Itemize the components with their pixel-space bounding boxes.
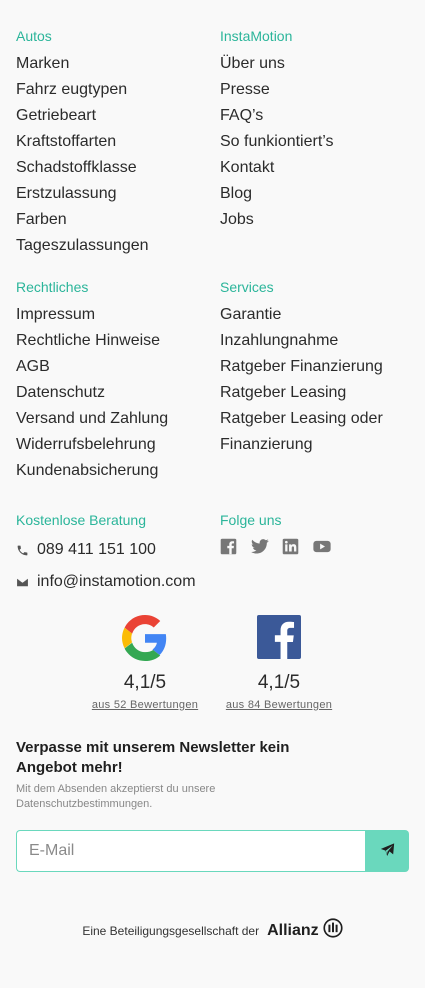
link-schadstoffklasse[interactable]: Schadstoffklasse <box>16 155 149 181</box>
allianz-footer: Eine Beteiligungsgesellschaft der Allian… <box>0 918 425 943</box>
link-kontakt[interactable]: Kontakt <box>220 155 334 181</box>
link-faqs[interactable]: FAQ’s <box>220 103 334 129</box>
google-score: 4,1/5 <box>123 672 167 693</box>
link-ueber-uns[interactable]: Über uns <box>220 51 334 77</box>
rechtliches-section: Rechtliches Impressum Rechtliche Hinweis… <box>16 276 168 484</box>
facebook-review-count-link[interactable]: aus 84 Bewertungen <box>209 699 349 711</box>
youtube-icon[interactable] <box>313 538 331 555</box>
link-erstzulassung[interactable]: Erstzulassung <box>16 181 149 207</box>
link-tageszulassungen[interactable]: Tageszulassungen <box>16 233 149 259</box>
link-fahrzeugtypen[interactable]: Fahrz eugtypen <box>16 77 149 103</box>
link-kundenabsicherung[interactable]: Kundenabsicherung <box>16 458 168 484</box>
google-logo-icon <box>122 615 168 661</box>
link-getriebeart[interactable]: Getriebeart <box>16 103 149 129</box>
allianz-text: Eine Beteiligungsgesellschaft der <box>82 923 260 938</box>
services-section: Services Garantie Inzahlungnahme Ratgebe… <box>220 276 383 458</box>
newsletter-form <box>16 830 409 872</box>
link-so-funktionierts[interactable]: So funkiontiert’s <box>220 129 334 155</box>
link-jobs[interactable]: Jobs <box>220 207 334 233</box>
email-address: info@instamotion.com <box>37 573 196 590</box>
social-section: Folge uns <box>220 509 281 531</box>
newsletter-submit-button[interactable] <box>365 830 409 872</box>
facebook-rating: 4,1/5 aus 84 Bewertungen <box>209 615 349 711</box>
allianz-brand: Allianz <box>267 921 319 939</box>
phone-icon <box>16 544 29 557</box>
link-widerrufsbelehrung[interactable]: Widerrufsbelehrung <box>16 432 168 458</box>
link-blog[interactable]: Blog <box>220 181 334 207</box>
facebook-logo-icon <box>256 615 302 661</box>
link-datenschutz[interactable]: Datenschutz <box>16 380 168 406</box>
newsletter-title: Verpasse mit unserem Newsletter kein Ang… <box>16 739 290 776</box>
link-rechtliche-hinweise[interactable]: Rechtliche Hinweise <box>16 328 168 354</box>
social-icons <box>220 538 331 555</box>
autos-links: Marken Fahrz eugtypen Getriebeart Krafts… <box>16 51 149 259</box>
link-impressum[interactable]: Impressum <box>16 302 168 328</box>
link-presse[interactable]: Presse <box>220 77 334 103</box>
twitter-icon[interactable] <box>251 538 269 555</box>
allianz-logo-icon <box>323 918 343 943</box>
instamotion-links: Über uns Presse FAQ’s So funkiontiert’s … <box>220 51 334 233</box>
send-icon <box>379 842 396 861</box>
instamotion-section: InstaMotion Über uns Presse FAQ’s So fun… <box>220 25 334 233</box>
email-row[interactable]: info@instamotion.com <box>16 573 196 591</box>
social-title: Folge uns <box>220 512 282 528</box>
link-versand-und-zahlung[interactable]: Versand und Zahlung <box>16 406 168 432</box>
link-ratgeber-finanzierung[interactable]: Ratgeber Finanzierung <box>220 354 383 380</box>
facebook-score: 4,1/5 <box>257 672 301 693</box>
services-links: Garantie Inzahlungnahme Ratgeber Finanzi… <box>220 302 383 458</box>
link-ratgeber-leasing-oder-finanzierung[interactable]: Ratgeber Leasing oder <box>220 406 383 432</box>
beratung-section: Kostenlose Beratung <box>16 509 146 531</box>
beratung-title: Kostenlose Beratung <box>16 512 146 528</box>
link-ratgeber-leasing-oder-finanzierung-2[interactable]: Finanzierung <box>220 432 383 458</box>
link-inzahlungnahme[interactable]: Inzahlungnahme <box>220 328 383 354</box>
link-ratgeber-leasing[interactable]: Ratgeber Leasing <box>220 380 383 406</box>
phone-row[interactable]: 089 411 151 100 <box>16 541 156 559</box>
autos-title: Autos <box>16 28 52 44</box>
newsletter-subtitle: Mit dem Absenden akzeptierst du unsere D… <box>16 783 216 810</box>
link-agb[interactable]: AGB <box>16 354 168 380</box>
services-title: Services <box>220 279 274 295</box>
link-garantie[interactable]: Garantie <box>220 302 383 328</box>
phone-number: 089 411 151 100 <box>37 541 156 558</box>
google-rating: 4,1/5 aus 52 Bewertungen <box>75 615 215 711</box>
google-review-count-link[interactable]: aus 52 Bewertungen <box>75 699 215 711</box>
link-marken[interactable]: Marken <box>16 51 149 77</box>
link-kraftstoffarten[interactable]: Kraftstoffarten <box>16 129 149 155</box>
linkedin-icon[interactable] <box>282 538 300 555</box>
autos-section: Autos Marken Fahrz eugtypen Getriebeart … <box>16 25 149 259</box>
newsletter-email-input[interactable] <box>16 830 365 872</box>
rechtliches-title: Rechtliches <box>16 279 89 295</box>
mail-icon <box>16 576 29 589</box>
facebook-icon[interactable] <box>220 538 238 555</box>
instamotion-title: InstaMotion <box>220 28 293 44</box>
rechtliches-links: Impressum Rechtliche Hinweise AGB Datens… <box>16 302 168 484</box>
link-farben[interactable]: Farben <box>16 207 149 233</box>
